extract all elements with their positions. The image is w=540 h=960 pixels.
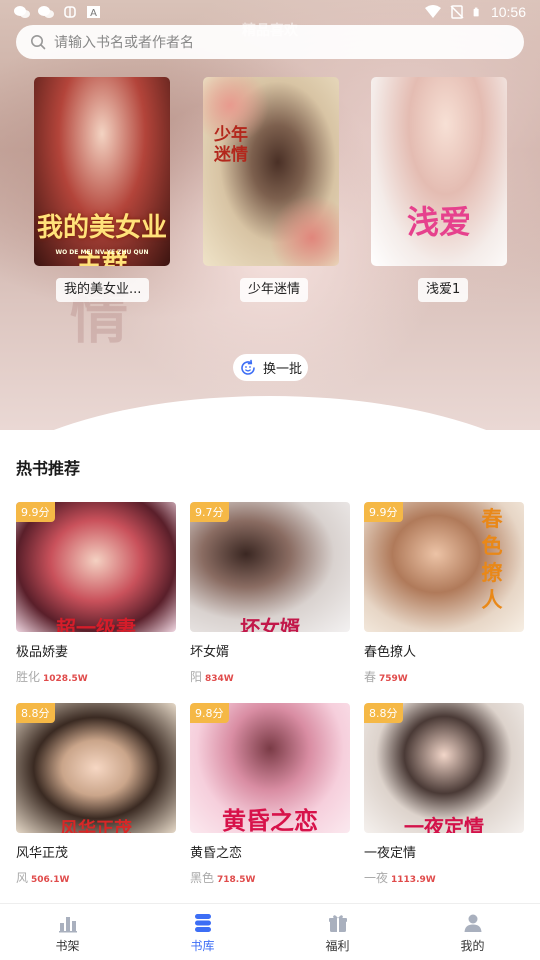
user-icon: [464, 914, 481, 932]
cover-title-art: 黄昏之恋: [222, 807, 318, 833]
no-sim-icon: [450, 5, 464, 19]
read-count: 718.5W: [217, 875, 256, 885]
read-count: 834W: [205, 674, 234, 684]
wechat-icon-2: [38, 6, 54, 18]
rating-badge: 9.7分: [190, 502, 229, 522]
book-title[interactable]: 一夜定情: [364, 842, 416, 861]
cover-title-art: 坏女婿: [240, 616, 300, 632]
search-placeholder: 请输入书名或者作者名: [54, 35, 194, 51]
cover-title-art: 春色撩人: [481, 507, 503, 612]
section-title-hot: 热书推荐: [16, 459, 81, 478]
search-icon: [31, 35, 46, 50]
cover-title-art: 少年迷情: [214, 125, 248, 165]
book-title[interactable]: 春色撩人: [364, 641, 416, 660]
nav-item-bookshelf[interactable]: 书架: [0, 904, 135, 960]
gift-icon: [328, 915, 347, 932]
cover-title-art: 浅爱: [406, 203, 471, 241]
book-title[interactable]: 风华正茂: [16, 842, 68, 861]
featured-carousel: 我的美女业主群 WO DE MEI NV YE ZHU QUN 我的美女业...…: [0, 77, 540, 307]
book-meta: 春 759W: [364, 668, 408, 685]
cover-pinyin-art: WO DE MEI NV YE ZHU QUN: [55, 249, 149, 256]
book-meta: 一夜 1113.9W: [364, 869, 436, 886]
featured-book[interactable]: 我的美女业主群 WO DE MEI NV YE ZHU QUN: [34, 77, 170, 266]
book-card[interactable]: 8.8分 风华正茂 风华正茂 风 506.1W: [16, 703, 176, 885]
search-input[interactable]: 请输入书名或者作者名: [16, 25, 524, 59]
book-card[interactable]: 9.8分 黄昏之恋 黄昏之恋 黑色 718.5W: [190, 703, 350, 885]
book-cover[interactable]: 少年迷情: [203, 77, 339, 266]
book-cover[interactable]: 浅爱: [371, 77, 507, 266]
read-count: 759W: [379, 674, 408, 684]
book-card[interactable]: 8.8分 一夜定情 一夜定情 一夜 1113.9W: [364, 703, 524, 885]
cover-title-art: 我的美女业主群: [36, 213, 167, 266]
book-author: 黑色: [190, 871, 215, 885]
nav-item-welfare[interactable]: 福利: [270, 904, 405, 960]
svg-text:A: A: [90, 8, 97, 19]
book-card[interactable]: 9.7分 坏女婿 坏女婿 阳 834W: [190, 502, 350, 684]
book-meta: 胜化 1028.5W: [16, 668, 88, 685]
book-title[interactable]: 极品娇妻: [16, 641, 68, 660]
rating-badge: 9.9分: [16, 502, 55, 522]
cover-title-art: 超一级妻: [56, 616, 136, 632]
book-cover[interactable]: 9.9分 春色撩人: [364, 502, 524, 632]
book-author: 一夜: [364, 871, 389, 885]
read-count: 1028.5W: [43, 674, 88, 684]
refresh-smile-icon: [241, 359, 255, 375]
book-author: 阳: [190, 670, 203, 684]
featured-title[interactable]: 少年迷情: [240, 278, 309, 302]
book-meta: 阳 834W: [190, 668, 234, 685]
featured-title[interactable]: 浅爱1: [418, 278, 469, 302]
refresh-label: 换一批: [262, 362, 302, 377]
refresh-batch-button[interactable]: 换一批: [233, 354, 308, 381]
featured-book[interactable]: 浅爱: [371, 77, 507, 266]
book-author: 风: [16, 871, 29, 885]
book-cover[interactable]: 9.8分 黄昏之恋: [190, 703, 350, 833]
book-title[interactable]: 坏女婿: [190, 641, 229, 660]
rating-badge: 9.8分: [190, 703, 229, 723]
rating-badge: 8.8分: [364, 703, 403, 723]
nav-label: 书库: [190, 939, 215, 953]
book-author: 春: [364, 670, 377, 684]
featured-title[interactable]: 我的美女业...: [56, 278, 150, 302]
book-cover[interactable]: 8.8分 一夜定情: [364, 703, 524, 833]
wifi-icon: [424, 5, 441, 18]
stack-icon: [194, 914, 211, 932]
rating-badge: 9.9分: [364, 502, 403, 522]
book-cover[interactable]: 我的美女业主群 WO DE MEI NV YE ZHU QUN: [34, 77, 170, 266]
book-author: 胜化: [16, 670, 41, 684]
cover-title-art: 风华正茂: [60, 819, 132, 833]
wechat-icon: [14, 6, 30, 18]
bar-chart-icon: [58, 917, 77, 933]
read-count: 1113.9W: [391, 875, 436, 885]
book-cover[interactable]: 9.9分 超一级妻: [16, 502, 176, 632]
status-bar: A 10:56: [0, 0, 540, 24]
clock: 10:56: [490, 4, 526, 20]
nav-label: 书架: [55, 939, 80, 953]
book-cover[interactable]: 8.8分 风华正茂: [16, 703, 176, 833]
book-card[interactable]: 9.9分 超一级妻 极品娇妻 胜化 1028.5W: [16, 502, 176, 684]
book-meta: 风 506.1W: [16, 869, 69, 886]
font-icon: A: [87, 6, 100, 19]
battery-icon: [473, 7, 479, 17]
read-count: 506.1W: [31, 875, 70, 885]
bottom-nav: 书架 书库 福利 我的: [0, 903, 540, 960]
nav-label: 我的: [460, 939, 485, 953]
hero-wave-divider: [0, 396, 540, 430]
book-cover[interactable]: 9.7分 坏女婿: [190, 502, 350, 632]
cover-title-art: 一夜定情: [404, 815, 484, 833]
book-card[interactable]: 9.9分 春色撩人 春色撩人 春 759W: [364, 502, 524, 684]
nav-item-library[interactable]: 书库: [135, 904, 270, 960]
bug-icon: [64, 6, 76, 18]
rating-badge: 8.8分: [16, 703, 55, 723]
book-title[interactable]: 黄昏之恋: [190, 842, 242, 861]
featured-book[interactable]: 少年迷情: [203, 77, 339, 266]
nav-item-me[interactable]: 我的: [405, 904, 540, 960]
nav-label: 福利: [325, 939, 350, 953]
book-meta: 黑色 718.5W: [190, 869, 255, 886]
